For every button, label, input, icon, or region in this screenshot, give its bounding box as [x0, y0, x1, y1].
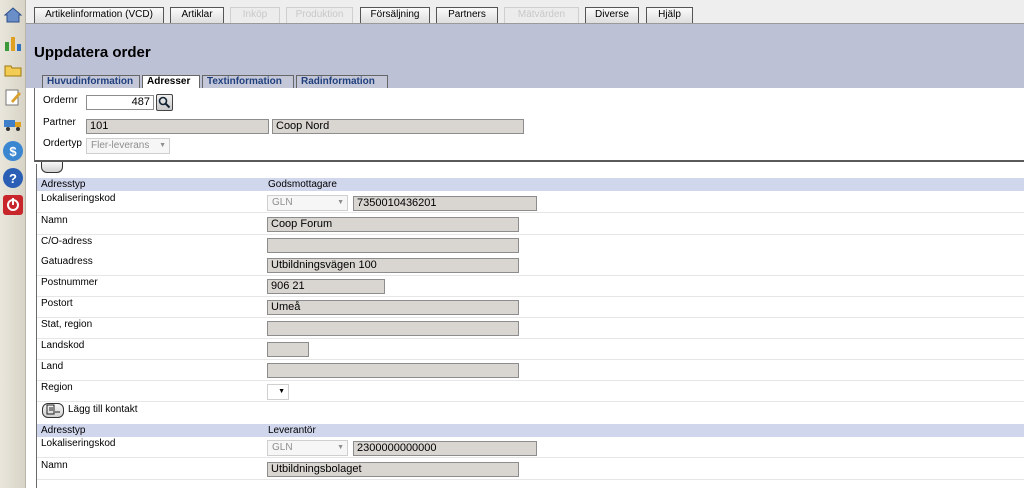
help-icon[interactable]: ? — [3, 168, 23, 188]
address1-region-label: Region — [41, 382, 73, 393]
tab-huvudinformation[interactable]: Huvudinformation — [42, 75, 140, 88]
menu-forsaljning[interactable]: Försäljning — [360, 7, 430, 23]
menu-inkop: Inköp — [230, 7, 280, 23]
page-title: Uppdatera order — [34, 44, 151, 61]
partner-name-field[interactable]: Coop Nord — [272, 119, 524, 134]
dollar-icon[interactable]: $ — [3, 141, 23, 161]
chevron-down-icon: ▼ — [337, 444, 344, 451]
address2-header: Adresstyp Leverantör — [37, 424, 1024, 437]
address1-gatu-label: Gatuadress — [41, 256, 93, 267]
address1-land-label: Land — [41, 361, 64, 372]
order-form: Ordernr 487 Partner 101 Coop Nord Ordert… — [34, 88, 1024, 162]
address2-namn-row: Namn Utbildningsbolaget — [37, 459, 1024, 480]
chart-icon[interactable] — [3, 33, 23, 53]
address1-region-row: Region ▼ — [37, 381, 1024, 402]
add-contact-button[interactable] — [42, 403, 64, 418]
address1-gatu-row: Gatuadress Utbildningsvägen 100 — [37, 255, 1024, 276]
address1-landskod-label: Landskod — [41, 340, 85, 351]
ordernr-label: Ordernr — [43, 95, 78, 106]
ordertyp-select[interactable]: Fler-leverans ▼ — [86, 138, 170, 154]
address1-stat-row: Stat, region — [37, 318, 1024, 339]
address1-lok-type-value: GLN — [272, 197, 293, 208]
menu-matvarden: Mätvärden — [504, 7, 579, 23]
menu-hjalp[interactable]: Hjälp — [646, 7, 693, 23]
address1-postnr-field[interactable]: 906 21 — [267, 279, 385, 294]
address2-type-label: Adresstyp — [41, 425, 86, 436]
address1-landskod-field[interactable] — [267, 342, 309, 357]
address1-lok-type-select[interactable]: GLN ▼ — [267, 195, 348, 211]
address1-land-field[interactable] — [267, 363, 519, 378]
folder-icon[interactable] — [3, 60, 23, 80]
tab-textinformation[interactable]: Textinformation — [202, 75, 294, 88]
address2-lok-label: Lokaliseringskod — [41, 438, 116, 449]
address2-type-value: Leverantör — [268, 425, 316, 436]
chevron-down-icon: ▼ — [337, 199, 344, 206]
ordernr-field[interactable]: 487 — [86, 95, 154, 110]
address2-lok-type-select[interactable]: GLN ▼ — [267, 440, 348, 456]
home-icon[interactable] — [3, 5, 23, 25]
tab-radinformation[interactable]: Radinformation — [296, 75, 388, 88]
address1-type-value: Godsmottagare — [268, 179, 337, 190]
address1-lok-field[interactable]: 7350010436201 — [353, 196, 537, 211]
menu-artikelinformation[interactable]: Artikelinformation (VCD) — [34, 7, 164, 23]
address1-postort-label: Postort — [41, 298, 73, 309]
address1-landskod-row: Landskod — [37, 339, 1024, 360]
address1-type-label: Adresstyp — [41, 179, 86, 190]
menu-diverse[interactable]: Diverse — [585, 7, 639, 23]
menu-artiklar[interactable]: Artiklar — [170, 7, 224, 23]
search-button[interactable] — [156, 94, 173, 111]
address2-namn-label: Namn — [41, 460, 68, 471]
tab-adresser[interactable]: Adresser — [142, 75, 200, 89]
address1-land-row: Land — [37, 360, 1024, 381]
menu-produktion: Produktion — [286, 7, 353, 23]
search-icon — [158, 96, 171, 109]
address1-lok-label: Lokaliseringskod — [41, 193, 116, 204]
address1-postnr-label: Postnummer — [41, 277, 98, 288]
address1-postort-field[interactable]: Umeå — [267, 300, 519, 315]
address1-namn-field[interactable]: Coop Forum — [267, 217, 519, 232]
menu-partners[interactable]: Partners — [436, 7, 498, 23]
contact-icon — [46, 404, 60, 415]
address1-stat-field[interactable] — [267, 321, 519, 336]
address1-region-select[interactable]: ▼ — [267, 384, 289, 400]
address2-lok-type-value: GLN — [272, 442, 293, 453]
address1-lok-row: Lokaliseringskod GLN ▼ 7350010436201 — [37, 192, 1024, 213]
address1-header: Adresstyp Godsmottagare — [37, 178, 1024, 191]
address-section: Adresstyp Godsmottagare Lokaliseringskod… — [36, 162, 1024, 488]
app-window: $ ? Artikelinformation (VCD) Artiklar In… — [0, 0, 1024, 488]
power-icon[interactable] — [3, 195, 23, 215]
top-menu-bar: Artikelinformation (VCD) Artiklar Inköp … — [26, 0, 1024, 24]
chevron-down-icon: ▼ — [159, 142, 166, 149]
address1-stat-label: Stat, region — [41, 319, 93, 330]
address1-co-row: C/O-adress — [37, 235, 1024, 256]
add-contact-label[interactable]: Lägg till kontakt — [68, 404, 138, 415]
edit-icon[interactable] — [3, 87, 23, 107]
address1-co-field[interactable] — [267, 238, 519, 253]
address1-postnr-row: Postnummer 906 21 — [37, 276, 1024, 297]
address1-postort-row: Postort Umeå — [37, 297, 1024, 318]
partner-id-field[interactable]: 101 — [86, 119, 269, 134]
address1-co-label: C/O-adress — [41, 236, 93, 247]
address1-gatu-field[interactable]: Utbildningsvägen 100 — [267, 258, 519, 273]
address2-namn-field[interactable]: Utbildningsbolaget — [267, 462, 519, 477]
ordertyp-value: Fler-leverans — [91, 140, 150, 151]
address1-namn-label: Namn — [41, 215, 68, 226]
address2-lok-field[interactable]: 2300000000000 — [353, 441, 537, 456]
chevron-down-icon: ▼ — [278, 388, 285, 395]
ordertyp-label: Ordertyp — [43, 138, 82, 149]
address2-lok-row: Lokaliseringskod GLN ▼ 2300000000000 — [37, 437, 1024, 458]
partner-label: Partner — [43, 117, 76, 128]
left-icon-bar: $ ? — [0, 0, 26, 488]
address1-namn-row: Namn Coop Forum — [37, 214, 1024, 235]
add-contact-top-button[interactable] — [41, 162, 63, 173]
header-band: Uppdatera order Huvudinformation Adresse… — [26, 24, 1024, 89]
truck-icon[interactable] — [3, 114, 23, 134]
